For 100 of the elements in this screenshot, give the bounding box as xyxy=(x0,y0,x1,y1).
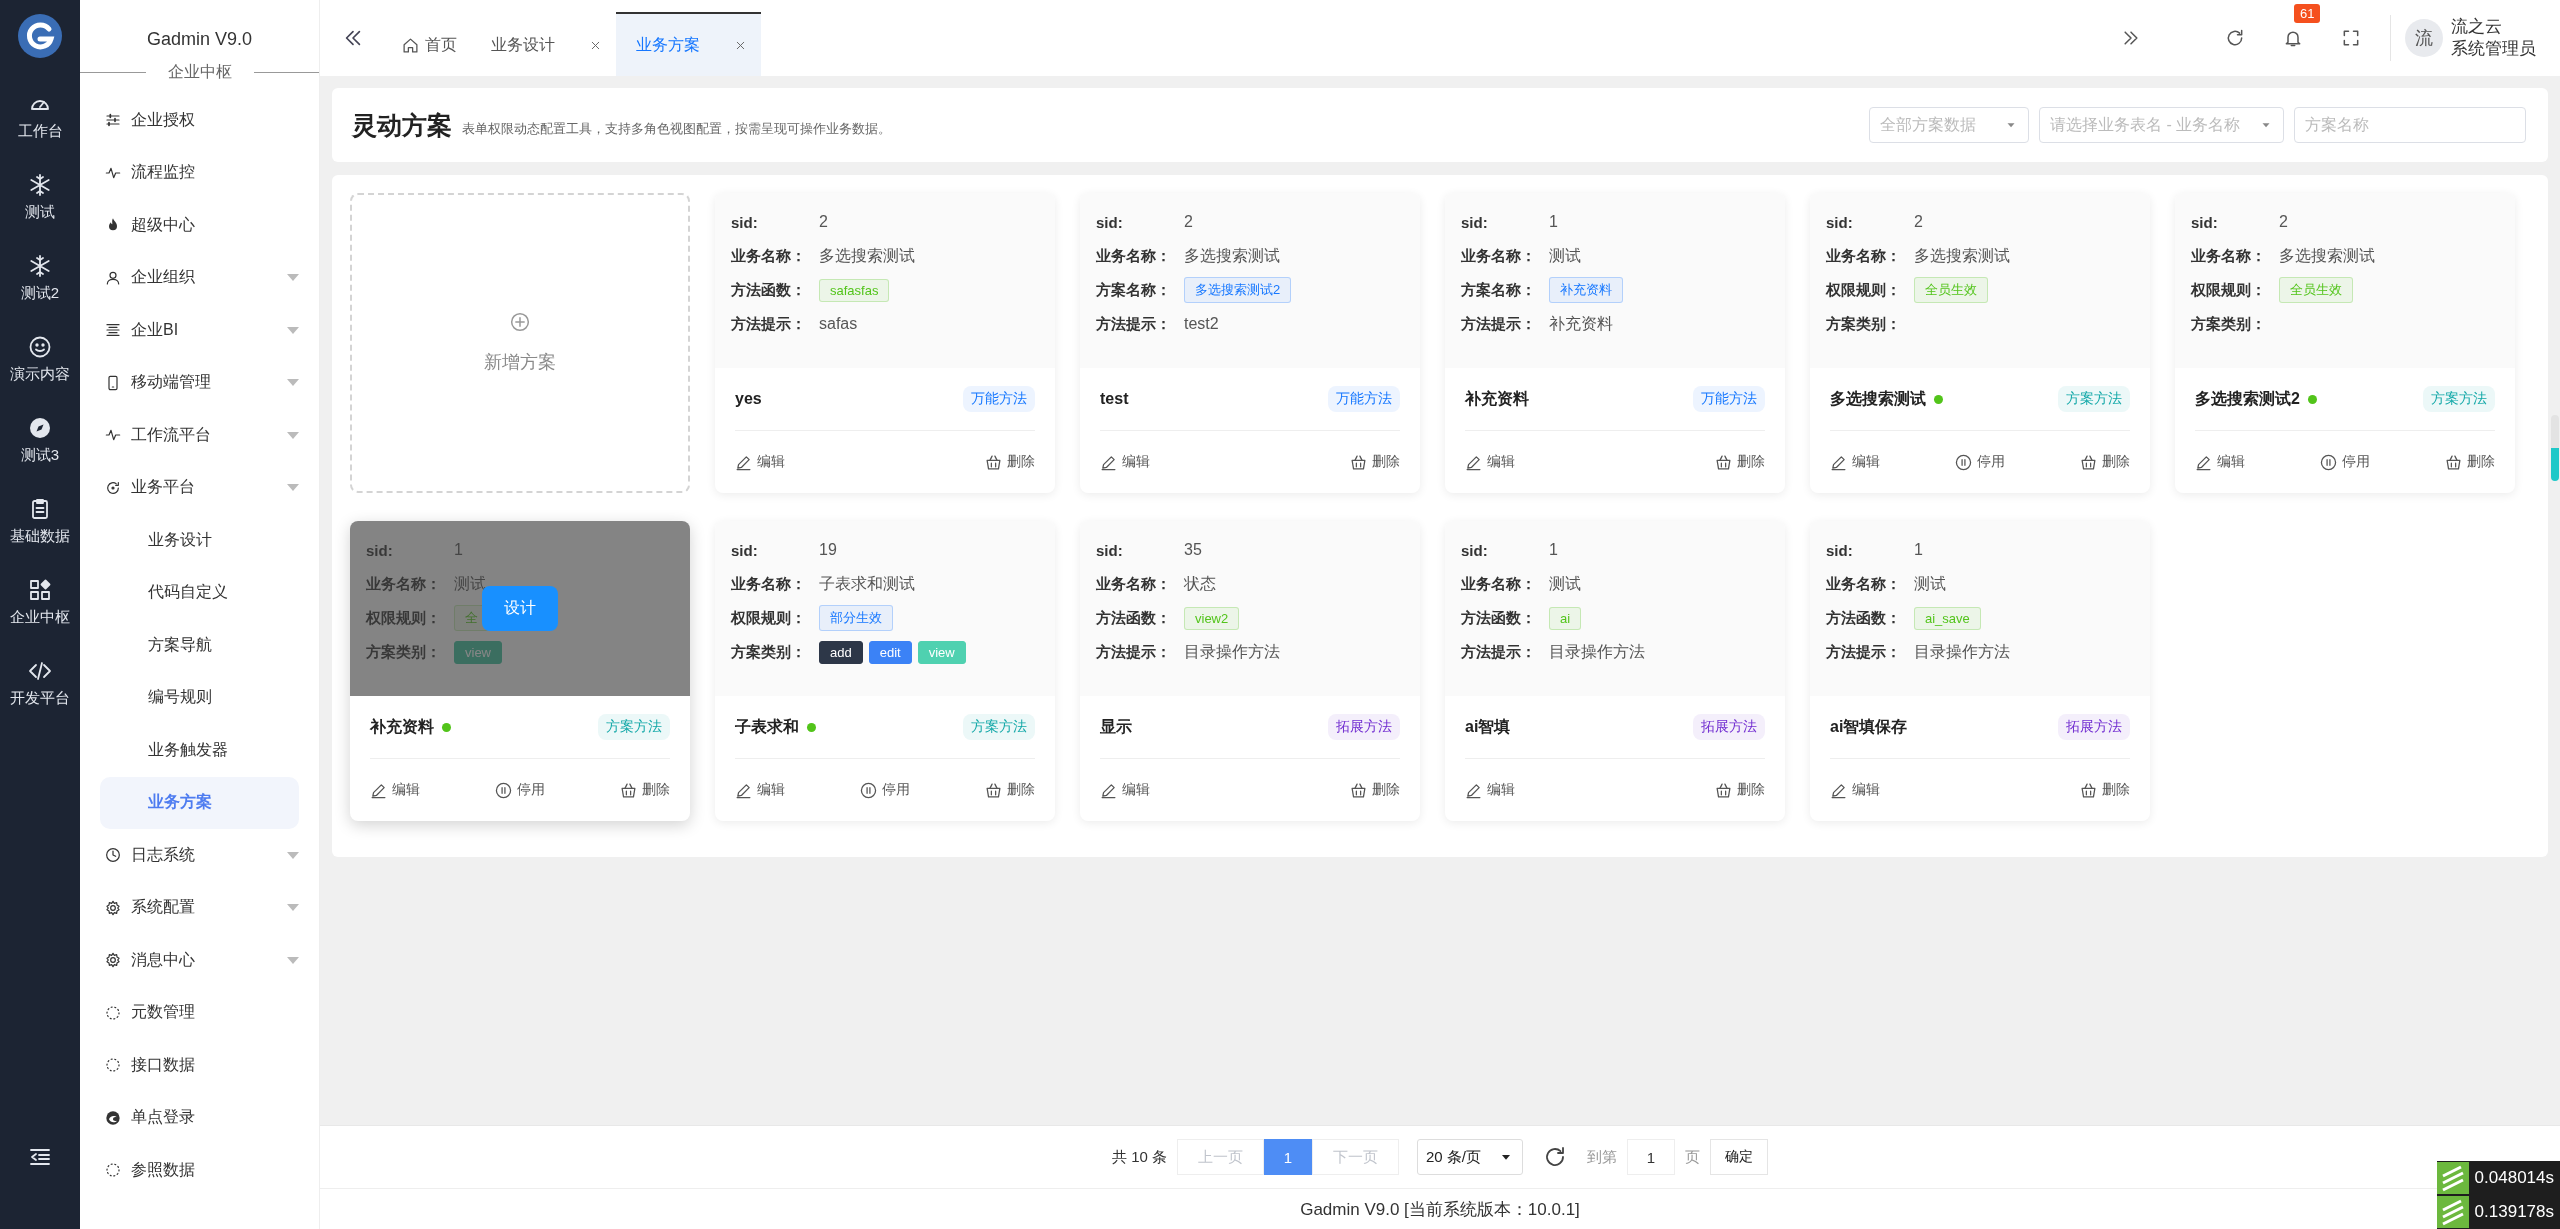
field-label: 方法函数： xyxy=(1096,608,1172,628)
add-plan-card[interactable]: 新增方案 xyxy=(350,193,690,493)
field-label: 方案名称： xyxy=(1096,280,1172,300)
delete-button[interactable]: 删除 xyxy=(2080,781,2130,799)
type-tag: 万能方法 xyxy=(963,386,1035,412)
sidebar-item[interactable]: 企业BI xyxy=(80,304,319,357)
rail-nav-item[interactable]: 企业中枢 xyxy=(0,562,80,643)
delete-button[interactable]: 删除 xyxy=(2080,453,2130,471)
sidebar-subitem[interactable]: 业务方案 xyxy=(100,776,299,829)
field-label: sid: xyxy=(1461,213,1489,231)
refresh-icon[interactable] xyxy=(2225,28,2245,48)
pause-button[interactable]: 停用 xyxy=(495,781,545,799)
rail-nav-item[interactable]: 测试 xyxy=(0,157,80,238)
edit-button[interactable]: 编辑 xyxy=(735,781,785,799)
sidebar-subitem[interactable]: 编号规则 xyxy=(100,671,299,724)
edit-icon xyxy=(1830,453,1847,471)
snowflake-icon xyxy=(28,173,52,197)
gear-icon xyxy=(105,952,121,969)
sidebar-item[interactable]: 参照数据 xyxy=(80,1144,319,1197)
plan-name: 补充资料 xyxy=(1465,388,1529,409)
refresh-icon[interactable] xyxy=(1543,1145,1567,1169)
delete-button[interactable]: 删除 xyxy=(1350,781,1400,799)
goto-label: 到第 xyxy=(1587,1147,1617,1167)
field-label: 方案类别： xyxy=(1826,314,1902,334)
tag: view xyxy=(454,640,502,664)
sidebar-item[interactable]: 接口数据 xyxy=(80,1039,319,1092)
edit-button[interactable]: 编辑 xyxy=(1465,781,1515,799)
rail-nav-item[interactable]: 测试3 xyxy=(0,400,80,481)
field-label: sid: xyxy=(1826,213,1854,231)
apps-icon xyxy=(28,578,52,602)
delete-button[interactable]: 删除 xyxy=(1350,453,1400,471)
field-label: sid: xyxy=(1096,213,1124,231)
sidebar-item[interactable]: 流程监控 xyxy=(80,146,319,199)
user-role: 系统管理员 xyxy=(2451,38,2536,60)
rail-nav-item[interactable]: 演示内容 xyxy=(0,319,80,400)
pause-icon xyxy=(860,781,877,799)
field-label: 方案类别： xyxy=(366,642,442,662)
sidebar-item[interactable]: 单点登录 xyxy=(80,1091,319,1144)
app-title: Gadmin V9.0 xyxy=(145,28,254,50)
sidebar-item[interactable]: 业务平台 xyxy=(80,461,319,514)
confirm-button[interactable]: 确定 xyxy=(1710,1139,1768,1175)
delete-button[interactable]: 删除 xyxy=(985,781,1035,799)
scrollbar-thumb[interactable] xyxy=(2551,415,2559,481)
edit-button[interactable]: 编辑 xyxy=(1100,781,1150,799)
sidebar-subitem[interactable]: 业务设计 xyxy=(100,514,299,567)
field-value: 1 xyxy=(1549,213,1558,231)
sidebar-item[interactable]: 工作流平台 xyxy=(80,409,319,462)
rail-nav-item[interactable]: 测试2 xyxy=(0,238,80,319)
edit-button[interactable]: 编辑 xyxy=(370,781,420,799)
tab[interactable]: 业务方案 xyxy=(616,12,761,76)
sidebar-item[interactable]: 消息中心 xyxy=(80,934,319,987)
rail-nav-item[interactable]: 开发平台 xyxy=(0,643,80,724)
pause-button[interactable]: 停用 xyxy=(1955,453,2005,471)
fullscreen-icon[interactable] xyxy=(2341,28,2361,48)
field-label: sid: xyxy=(2191,213,2219,231)
rail-nav-item[interactable]: 基础数据 xyxy=(0,481,80,562)
plan-name: 补充资料 xyxy=(370,716,434,737)
field-label: sid: xyxy=(1096,541,1124,559)
pause-button[interactable]: 停用 xyxy=(860,781,910,799)
delete-button[interactable]: 删除 xyxy=(985,453,1035,471)
pause-button[interactable]: 停用 xyxy=(2320,453,2370,471)
field-value: 2 xyxy=(1914,213,1923,231)
field-value: 测试 xyxy=(1549,573,1581,594)
delete-button[interactable]: 删除 xyxy=(1715,781,1765,799)
field-value: 多选搜索测试 xyxy=(1914,245,2010,266)
edit-button[interactable]: 编辑 xyxy=(1830,781,1880,799)
sidebar-subitem[interactable]: 代码自定义 xyxy=(100,566,299,619)
edit-button[interactable]: 编辑 xyxy=(1465,453,1515,471)
pause-icon xyxy=(1955,453,1972,471)
page-size-select[interactable]: 20 条/页 xyxy=(1417,1139,1523,1175)
sidebar-subitem[interactable]: 业务触发器 xyxy=(100,724,299,777)
sidebar-item[interactable]: 企业授权 xyxy=(80,94,319,147)
sidebar-item[interactable]: 系统配置 xyxy=(80,881,319,934)
snowflake-icon xyxy=(28,254,52,278)
sidebar-subitem[interactable]: 方案导航 xyxy=(100,619,299,672)
delete-button[interactable]: 删除 xyxy=(2445,453,2495,471)
delete-button[interactable]: 删除 xyxy=(620,781,670,799)
user-avatar[interactable]: 流 xyxy=(2405,19,2443,57)
edit-button[interactable]: 编辑 xyxy=(1100,453,1150,471)
sidebar-item[interactable]: 日志系统 xyxy=(80,829,319,882)
tab[interactable]: 业务设计 xyxy=(471,12,616,76)
field-value: 补充资料 xyxy=(1549,313,1613,334)
sidebar-item[interactable]: 超级中心 xyxy=(80,199,319,252)
page-input[interactable]: 1 xyxy=(1627,1139,1675,1175)
field-label: 方法提示： xyxy=(731,314,807,334)
sidebar-item[interactable]: 企业组织 xyxy=(80,251,319,304)
sidebar-item[interactable]: 元数管理 xyxy=(80,986,319,1039)
rail-nav-item[interactable]: 工作台 xyxy=(0,76,80,157)
type-tag: 方案方法 xyxy=(2058,386,2130,412)
field-label: 业务名称： xyxy=(366,574,442,594)
edit-button[interactable]: 编辑 xyxy=(2195,453,2245,471)
sidebar-item[interactable]: 移动端管理 xyxy=(80,356,319,409)
edit-button[interactable]: 编辑 xyxy=(735,453,785,471)
delete-icon xyxy=(1350,453,1367,471)
lines-icon xyxy=(105,322,121,339)
edit-button[interactable]: 编辑 xyxy=(1830,453,1880,471)
delete-button[interactable]: 删除 xyxy=(1715,453,1765,471)
tab[interactable]: 首页 xyxy=(382,12,471,76)
edit-icon xyxy=(1465,453,1482,471)
tag: 全员生效 xyxy=(2279,277,2353,303)
